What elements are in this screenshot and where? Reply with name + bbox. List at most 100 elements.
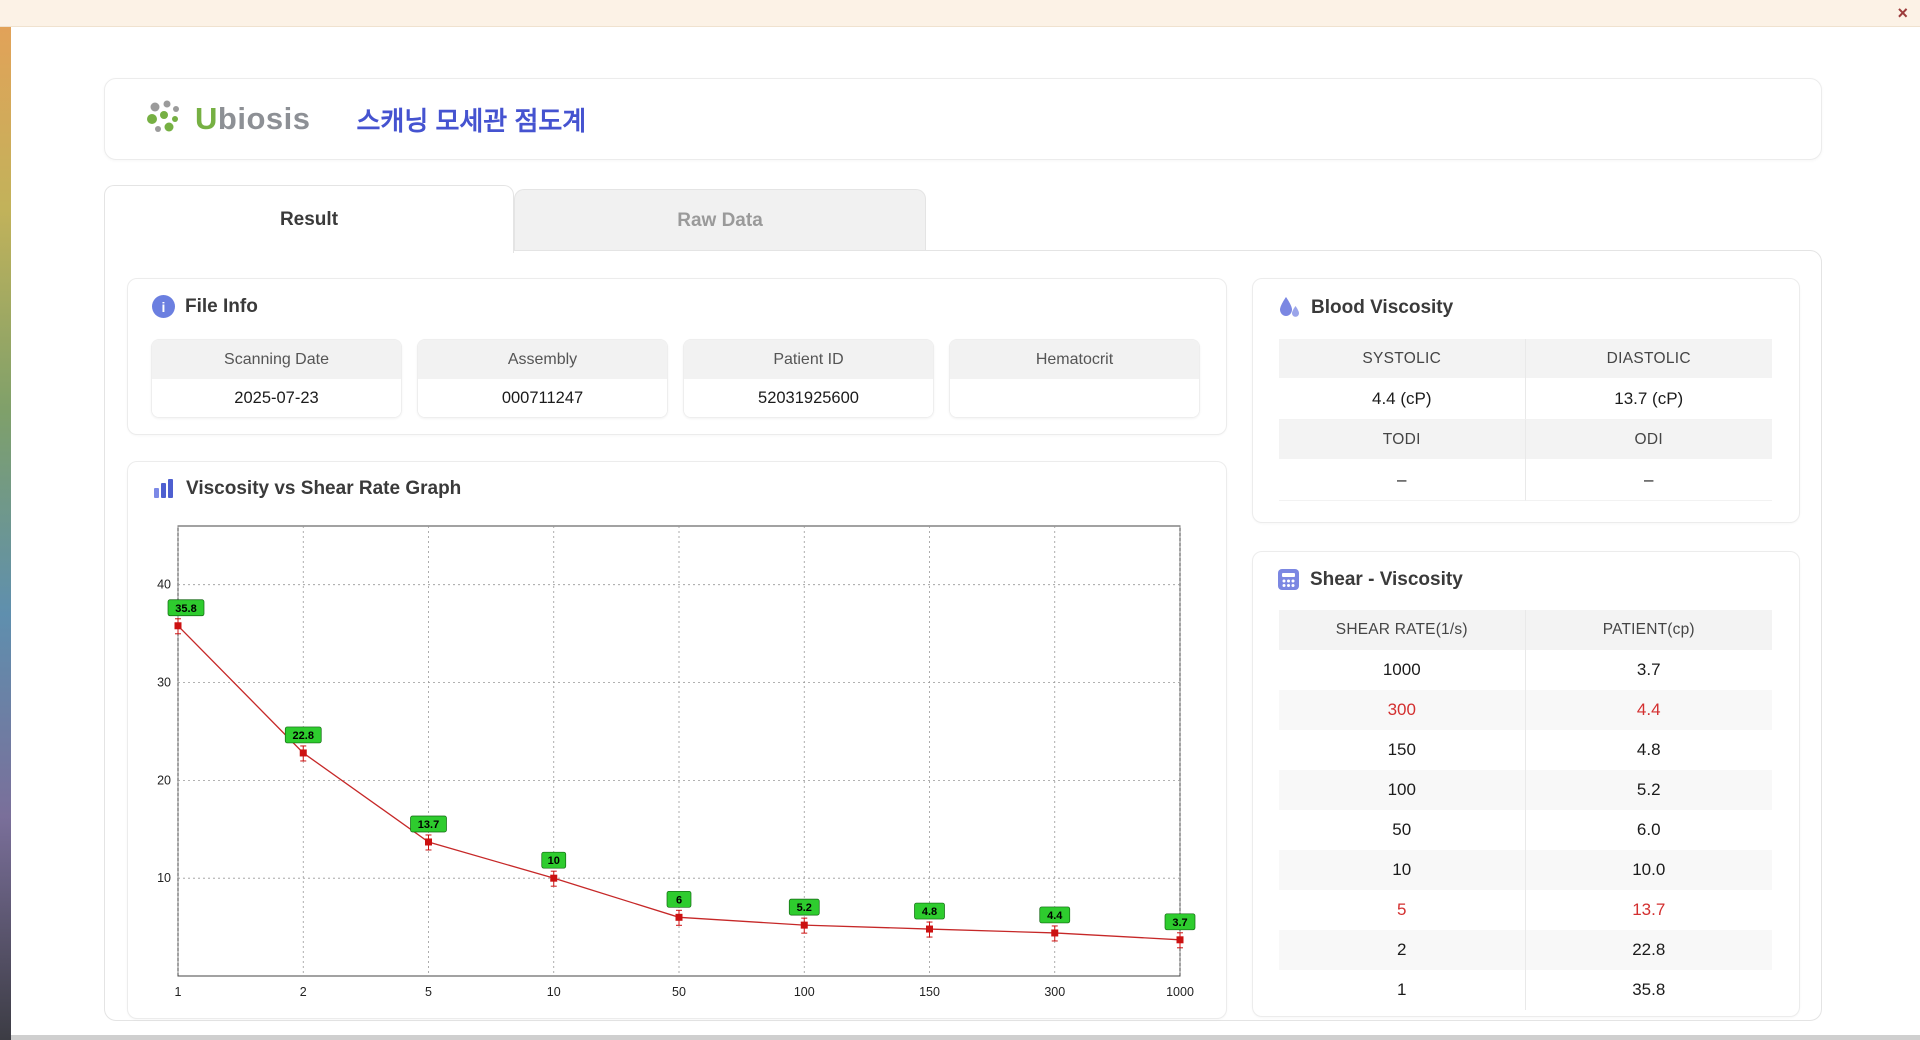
patient-viscosity-cell: 13.7 bbox=[1632, 900, 1666, 919]
file-info-card: i File Info Scanning Date 2025-07-23 Ass… bbox=[127, 278, 1227, 435]
patient-viscosity-cell: 5.2 bbox=[1636, 780, 1661, 799]
shear-rate-cell: 2 bbox=[1279, 930, 1526, 970]
shear-viscosity-header: Shear - Viscosity bbox=[1253, 552, 1799, 591]
field-value: 000711247 bbox=[418, 379, 667, 417]
patient-viscosity-cell: 6.0 bbox=[1636, 820, 1661, 839]
svg-text:150: 150 bbox=[919, 985, 940, 999]
diastolic-header: DIASTOLIC bbox=[1525, 339, 1772, 378]
shear-table-body: 1000 3.7 300 4.4 150 4.8 100 5.2 50 6.0 10 10.0 5 13.… bbox=[1279, 650, 1772, 1010]
calculator-grid-icon bbox=[1278, 569, 1299, 590]
graph-header: Viscosity vs Shear Rate Graph bbox=[128, 462, 1226, 500]
table-row: 150 4.8 bbox=[1279, 730, 1772, 770]
shear-viscosity-title: Shear - Viscosity bbox=[1310, 568, 1463, 590]
field-hematocrit: Hematocrit bbox=[949, 339, 1200, 418]
todi-header: TODI bbox=[1279, 420, 1526, 459]
content-panel: i File Info Scanning Date 2025-07-23 Ass… bbox=[104, 250, 1822, 1021]
svg-text:13.7: 13.7 bbox=[418, 819, 439, 831]
table-row: 1000 3.7 bbox=[1279, 650, 1772, 690]
logo-dots-icon bbox=[147, 100, 179, 132]
field-value: 2025-07-23 bbox=[152, 379, 401, 417]
patient-viscosity-cell: 10.0 bbox=[1632, 860, 1666, 879]
table-row: 2 22.8 bbox=[1279, 930, 1772, 970]
viscosity-chart: 10 20 30 40 1 2 5 10 50 100 150 300 1000 35.8 22.8 13.7… bbox=[157, 525, 1196, 999]
diastolic-value: 13.7 (cP) bbox=[1525, 378, 1772, 420]
header: Ubiosis 스캐닝 모세관 점도계 bbox=[104, 78, 1822, 160]
window-bottom-edge bbox=[11, 1035, 1920, 1040]
field-value: 52031925600 bbox=[684, 379, 933, 417]
page-title: 스캐닝 모세관 점도계 bbox=[356, 105, 587, 136]
patient-viscosity-cell: 3.7 bbox=[1636, 660, 1661, 679]
svg-text:20: 20 bbox=[157, 773, 171, 787]
shear-rate-cell: 300 bbox=[1279, 690, 1526, 730]
field-assembly: Assembly 000711247 bbox=[417, 339, 668, 418]
shear-rate-cell: 10 bbox=[1279, 850, 1526, 890]
systolic-header: SYSTOLIC bbox=[1279, 339, 1526, 378]
field-value bbox=[950, 379, 1199, 417]
patient-viscosity-cell: 4.8 bbox=[1636, 740, 1661, 759]
field-patient-id: Patient ID 52031925600 bbox=[683, 339, 934, 418]
shear-rate-cell: 100 bbox=[1279, 770, 1526, 810]
table-row: 100 5.2 bbox=[1279, 770, 1772, 810]
file-info-header: i File Info bbox=[128, 279, 1226, 318]
ubiosis-logo: Ubiosis bbox=[141, 97, 310, 141]
todi-value: – bbox=[1279, 459, 1526, 501]
table-row: SYSTOLIC DIASTOLIC bbox=[1279, 339, 1772, 378]
svg-text:6: 6 bbox=[676, 894, 682, 906]
field-label: Patient ID bbox=[684, 340, 933, 379]
window-titlebar: × bbox=[0, 0, 1920, 27]
field-label: Scanning Date bbox=[152, 340, 401, 379]
odi-header: ODI bbox=[1525, 420, 1772, 459]
svg-text:100: 100 bbox=[794, 985, 815, 999]
graph-title: Viscosity vs Shear Rate Graph bbox=[186, 478, 462, 499]
droplets-icon bbox=[1280, 297, 1299, 317]
svg-text:10: 10 bbox=[547, 985, 561, 999]
field-label: Assembly bbox=[418, 340, 667, 379]
svg-text:30: 30 bbox=[157, 676, 171, 690]
table-row: TODI ODI bbox=[1279, 420, 1772, 459]
svg-text:2: 2 bbox=[300, 985, 307, 999]
blood-viscosity-table: SYSTOLIC DIASTOLIC 4.4 (cP) 13.7 (cP) TO… bbox=[1279, 339, 1772, 501]
table-row: 50 6.0 bbox=[1279, 810, 1772, 850]
bar-chart-icon bbox=[154, 479, 173, 498]
table-row: 10 10.0 bbox=[1279, 850, 1772, 890]
table-row: 5 13.7 bbox=[1279, 890, 1772, 930]
table-row: – – bbox=[1279, 459, 1772, 501]
logo-text: Ubiosis bbox=[195, 101, 311, 136]
shear-rate-cell: 50 bbox=[1279, 810, 1526, 850]
table-row: 1 35.8 bbox=[1279, 970, 1772, 1010]
file-info-title: File Info bbox=[185, 295, 258, 317]
table-row: 300 4.4 bbox=[1279, 690, 1772, 730]
patient-viscosity-cell: 4.4 bbox=[1636, 700, 1661, 719]
info-icon: i bbox=[152, 295, 175, 318]
tab-result[interactable]: Result bbox=[104, 185, 514, 253]
svg-text:1000: 1000 bbox=[1166, 985, 1194, 999]
tab-raw-data-label: Raw Data bbox=[677, 209, 763, 231]
blood-viscosity-title: Blood Viscosity bbox=[1311, 297, 1454, 318]
field-scanning-date: Scanning Date 2025-07-23 bbox=[151, 339, 402, 418]
tab-raw-data[interactable]: Raw Data bbox=[514, 189, 926, 251]
svg-text:3.7: 3.7 bbox=[1172, 917, 1187, 929]
tab-result-label: Result bbox=[279, 208, 339, 230]
shear-rate-cell: 1 bbox=[1279, 970, 1526, 1010]
blood-viscosity-header: Blood Viscosity bbox=[1253, 279, 1799, 321]
systolic-value: 4.4 (cP) bbox=[1279, 378, 1526, 420]
patient-viscosity-cell: 22.8 bbox=[1632, 940, 1666, 959]
field-label: Hematocrit bbox=[950, 340, 1199, 379]
svg-text:5.2: 5.2 bbox=[797, 902, 812, 914]
shear-viscosity-card: Shear - Viscosity SHEAR RATE(1/s) PATIEN… bbox=[1252, 551, 1800, 1017]
shear-rate-cell: 1000 bbox=[1279, 650, 1526, 690]
svg-text:35.8: 35.8 bbox=[175, 603, 196, 615]
graph-card: Viscosity vs Shear Rate Graph 10 20 30 40 1 2… bbox=[127, 461, 1227, 1019]
shear-rate-cell: 5 bbox=[1279, 890, 1526, 930]
app-window: × Ubiosis 스캐닝 모세관 점도계 Result Raw Data i … bbox=[0, 0, 1920, 1040]
blood-viscosity-card: Blood Viscosity SYSTOLIC DIASTOLIC 4.4 (… bbox=[1252, 278, 1800, 523]
svg-text:4.8: 4.8 bbox=[922, 906, 937, 918]
table-row: 4.4 (cP) 13.7 (cP) bbox=[1279, 378, 1772, 420]
svg-text:50: 50 bbox=[672, 985, 686, 999]
close-icon[interactable]: × bbox=[1897, 1, 1908, 25]
svg-text:22.8: 22.8 bbox=[293, 730, 314, 742]
odi-value: – bbox=[1525, 459, 1772, 501]
svg-text:1: 1 bbox=[175, 985, 182, 999]
file-info-fields: Scanning Date 2025-07-23 Assembly 000711… bbox=[151, 339, 1200, 418]
svg-text:40: 40 bbox=[157, 578, 171, 592]
